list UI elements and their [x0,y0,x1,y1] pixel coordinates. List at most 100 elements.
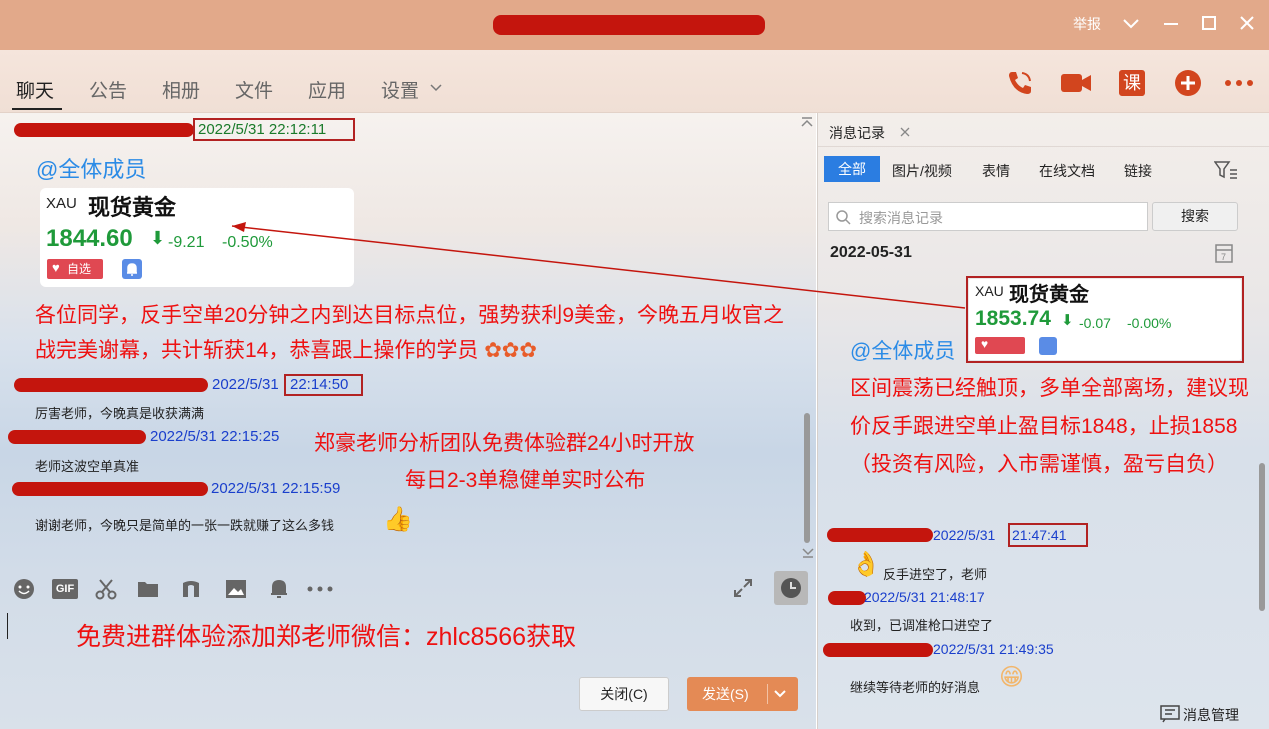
folder-icon[interactable] [136,577,160,601]
tab-album[interactable]: 相册 [162,76,200,103]
close-tab-icon[interactable] [900,127,910,137]
message-timestamp: 2022/5/31 21:49:35 [933,641,1054,657]
scissors-icon[interactable] [94,577,118,601]
filter-sticker[interactable]: 表情 [982,161,1010,181]
mention-all[interactable]: @全体成员 [36,152,146,184]
redacted-sender [828,591,866,605]
down-arrow-icon: ⬇ [1061,312,1074,329]
course-icon[interactable]: 课 [1115,66,1149,100]
chat-panel: 2022/5/31 22:12:11 @全体成员 XAU 现货黄金 1844.6… [0,113,816,729]
bell-icon[interactable] [1039,337,1057,355]
close-icon[interactable] [1236,12,1258,34]
thumbs-up-emoji-icon: 👍 [383,506,413,533]
heart-icon: ♥ [52,260,60,275]
ok-hand-emoji-icon: 👌 [851,551,881,578]
redacted-sender [827,528,933,542]
phone-icon[interactable] [1003,66,1037,100]
chat-scrollbar[interactable] [804,413,810,543]
more-icon[interactable] [306,585,334,593]
message-text: 收到，已调准枪口进空了 [850,618,994,633]
course-label: 课 [1119,70,1145,96]
announcement-body: 各位同学，反手空单20分钟之内到达目标点位，强势获利9美金，今晚五月收官之战完美… [35,304,785,362]
text-cursor [7,613,8,639]
close-button[interactable]: 关闭(C) [579,677,669,711]
active-tab-indicator [12,108,62,110]
svg-text:7: 7 [1221,252,1226,262]
clock-icon [781,578,801,598]
watchlist-button[interactable]: ♥ [975,337,1025,354]
message-date: 2022/5/31 [933,527,996,543]
message-text: 厉害老师，今晚真是收获满满 [35,406,205,421]
input-promo-text[interactable]: 免费进群体验添加郑老师微信：zhlc8566获取 [76,617,576,653]
search-icon [836,210,851,225]
gold-price-card[interactable]: XAU 现货黄金 1844.60 ⬇ -9.21 -0.50% 自选 ♥ [40,188,354,287]
down-arrow-icon: ⬇ [150,228,166,248]
message-timestamp: 2022/5/31 21:48:17 [864,589,985,605]
redacted-sender [14,123,194,137]
card-percent: -0.00% [1127,315,1172,331]
announcement-text: 各位同学，反手空单20分钟之内到达目标点位，强势获利9美金，今晚五月收官之战完美… [35,298,805,368]
history-clock-button[interactable] [774,571,808,605]
filter-docs[interactable]: 在线文档 [1039,161,1095,181]
chevron-down-icon[interactable] [430,82,442,92]
send-button[interactable]: 发送(S) [687,677,798,711]
scroll-bottom-icon[interactable] [801,547,815,559]
message-date: 2022/5/31 [212,376,279,393]
card-change: -0.07 [1079,315,1111,331]
image-icon[interactable] [224,577,248,601]
close-button-label: 关闭(C) [600,686,648,702]
message-text: 继续等待老师的好消息 [850,680,981,695]
search-button[interactable]: 搜索 [1152,202,1238,231]
report-link[interactable]: 举报 [1073,14,1101,34]
card-symbol: XAU [46,195,77,212]
tab-announcement[interactable]: 公告 [89,76,127,103]
promo-line-1: 郑豪老师分析团队免费体验群24小时开放 [314,432,695,455]
send-button-label: 发送(S) [702,686,749,702]
collapse-icon[interactable] [800,116,814,128]
add-icon[interactable] [1171,66,1205,100]
tab-chat[interactable]: 聊天 [16,76,54,103]
message-text: 反手进空了，老师 [883,567,988,582]
send-divider [767,684,768,704]
message-text: 老师这波空单真准 [35,459,140,474]
trade-advice: 区间震荡已经触顶，多单全部离场，建议现价反手跟进空单止盈目标1848，止损185… [850,377,1249,476]
music-icon[interactable] [180,577,202,601]
redacted-sender [8,430,146,444]
bell-icon[interactable] [268,577,290,601]
tab-divider [818,146,1269,147]
video-call-icon[interactable] [1059,66,1093,100]
filter-all[interactable]: 全部 [824,156,880,182]
search-placeholder: 搜索消息记录 [859,210,943,226]
history-tab-label[interactable]: 消息记录 [829,123,885,143]
expand-icon[interactable] [732,577,754,599]
chevron-down-icon[interactable] [773,689,787,699]
bell-icon[interactable] [122,259,142,279]
gold-price-card-history[interactable]: XAU 现货黄金 1853.74 ⬇ -0.07 -0.00% ♥ [969,279,1241,360]
grin-emoji-icon: 😁 [999,664,1025,691]
mention-all[interactable]: @全体成员 [850,335,955,365]
filter-media[interactable]: 图片/视频 [892,161,952,181]
card-name: 现货黄金 [1009,282,1089,306]
history-panel: 消息记录 全部 图片/视频 表情 在线文档 链接 搜索消息记录 搜索 2022-… [817,113,1269,729]
tab-files[interactable]: 文件 [235,76,273,103]
card-name: 现货黄金 [88,195,177,221]
input-toolbar: GIF [0,565,816,615]
card-price: 1853.74 [975,307,1051,330]
gif-icon[interactable]: GIF [52,579,78,599]
filter-links[interactable]: 链接 [1124,161,1152,181]
redacted-sender [14,378,208,392]
history-scrollbar[interactable] [1259,463,1265,611]
message-manage-label: 消息管理 [1183,707,1239,723]
message-timestamp: 2022/5/31 22:15:25 [150,428,280,445]
chevron-down-icon[interactable] [1120,12,1142,34]
tab-apps[interactable]: 应用 [308,76,346,103]
card-symbol: XAU [975,283,1004,299]
calendar-icon[interactable]: 7 [1214,242,1234,264]
maximize-icon[interactable] [1198,12,1220,34]
tab-settings[interactable]: 设置 [381,76,419,103]
emoji-icon[interactable] [12,577,36,601]
minimize-icon[interactable] [1160,12,1182,34]
filter-icon[interactable] [1214,160,1238,180]
more-icon[interactable] [1222,66,1256,100]
history-search-input[interactable]: 搜索消息记录 [828,202,1148,231]
